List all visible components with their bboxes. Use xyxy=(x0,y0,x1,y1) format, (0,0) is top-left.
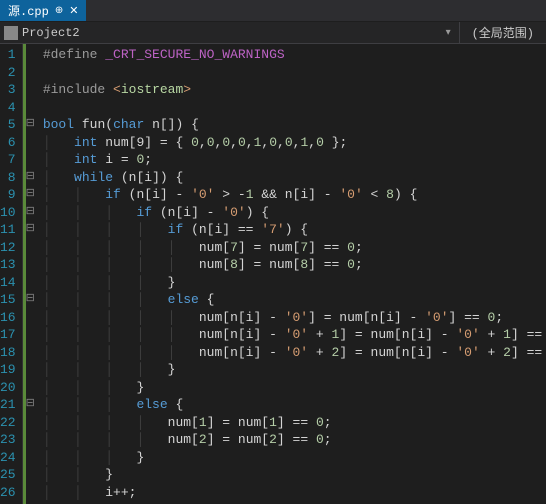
line-number: 16 xyxy=(0,309,16,327)
fold-margin-empty xyxy=(26,414,35,432)
line-number: 11 xyxy=(0,221,16,239)
line-number: 26 xyxy=(0,484,16,502)
code-line[interactable]: │ │ │ │ │ num[8] = num[8] == 0; xyxy=(43,256,546,274)
code-line[interactable]: │ │ │ │ │ num[n[i] - '0'] = num[n[i] - '… xyxy=(43,309,546,327)
line-number: 2 xyxy=(0,64,16,82)
line-number: 15 xyxy=(0,291,16,309)
close-icon[interactable]: ✕ xyxy=(69,4,78,18)
fold-margin-empty xyxy=(26,309,35,327)
fold-margin-empty xyxy=(26,239,35,257)
line-number: 20 xyxy=(0,379,16,397)
fold-toggle-icon[interactable]: ⊟ xyxy=(26,291,35,309)
line-number: 22 xyxy=(0,414,16,432)
chevron-down-icon[interactable]: ▾ xyxy=(438,27,459,39)
code-line[interactable]: │ int i = 0; xyxy=(43,151,546,169)
code-line[interactable]: │ │ │ │ if (n[i] == '7') { xyxy=(43,221,546,239)
line-number-gutter: 1234567891011121314151617181920212223242… xyxy=(0,44,23,504)
fold-margin-empty xyxy=(26,274,35,292)
code-line[interactable]: │ │ if (n[i] - '0' > -1 && n[i] - '0' < … xyxy=(43,186,546,204)
line-number: 19 xyxy=(0,361,16,379)
code-line[interactable]: bool fun(char n[]) { xyxy=(43,116,546,134)
project-icon xyxy=(4,26,18,40)
project-dropdown[interactable]: Project2 xyxy=(22,26,80,40)
fold-margin-empty xyxy=(26,466,35,484)
line-number: 18 xyxy=(0,344,16,362)
fold-margin-empty xyxy=(26,361,35,379)
line-number: 9 xyxy=(0,186,16,204)
line-number: 21 xyxy=(0,396,16,414)
code-line[interactable]: │ │ │ │ │ num[n[i] - '0' + 2] = num[n[i]… xyxy=(43,344,546,362)
fold-toggle-icon[interactable]: ⊟ xyxy=(26,221,35,239)
code-line[interactable]: │ │ │ if (n[i] - '0') { xyxy=(43,204,546,222)
line-number: 5 xyxy=(0,116,16,134)
code-line[interactable]: │ │ │ │ num[2] = num[2] == 0; xyxy=(43,431,546,449)
code-line[interactable]: │ │ │ else { xyxy=(43,396,546,414)
code-line[interactable]: │ │ │ │ } xyxy=(43,274,546,292)
line-number: 24 xyxy=(0,449,16,467)
fold-margin-empty xyxy=(26,256,35,274)
tab-label: 源.cpp xyxy=(8,2,49,19)
code-line[interactable]: │ │ │ │ num[1] = num[1] == 0; xyxy=(43,414,546,432)
fold-margin-empty xyxy=(26,46,35,64)
fold-toggle-icon[interactable]: ⊟ xyxy=(26,396,35,414)
line-number: 3 xyxy=(0,81,16,99)
fold-margin-empty xyxy=(26,81,35,99)
code-line[interactable]: │ int num[9] = { 0,0,0,0,1,0,0,1,0 }; xyxy=(43,134,546,152)
fold-margin-empty xyxy=(26,379,35,397)
code-line[interactable]: │ │ } xyxy=(43,466,546,484)
fold-toggle-icon[interactable]: ⊟ xyxy=(26,186,35,204)
code-line[interactable]: │ │ │ │ } xyxy=(43,361,546,379)
tab-bar: 源.cpp ⊕ ✕ xyxy=(0,0,546,22)
code-line[interactable]: │ │ │ │ │ num[7] = num[7] == 0; xyxy=(43,239,546,257)
code-line[interactable]: #include <iostream> xyxy=(43,81,546,99)
code-line[interactable]: │ │ │ │ │ num[n[i] - '0' + 1] = num[n[i]… xyxy=(43,326,546,344)
code-line[interactable]: │ │ │ } xyxy=(43,379,546,397)
fold-margin: ⊟⊟⊟⊟⊟⊟⊟ xyxy=(23,44,35,504)
line-number: 12 xyxy=(0,239,16,257)
context-bar: Project2 ▾ (全局范围) xyxy=(0,22,546,44)
fold-margin-empty xyxy=(26,99,35,117)
fold-margin-empty xyxy=(26,151,35,169)
code-line[interactable]: │ │ │ │ else { xyxy=(43,291,546,309)
fold-margin-empty xyxy=(26,326,35,344)
fold-margin-empty xyxy=(26,449,35,467)
fold-margin-empty xyxy=(26,344,35,362)
line-number: 4 xyxy=(0,99,16,117)
code-area[interactable]: #define _CRT_SECURE_NO_WARNINGS #include … xyxy=(35,44,546,504)
line-number: 8 xyxy=(0,169,16,187)
line-number: 13 xyxy=(0,256,16,274)
code-editor[interactable]: 1234567891011121314151617181920212223242… xyxy=(0,44,546,504)
code-line[interactable] xyxy=(43,64,546,82)
line-number: 14 xyxy=(0,274,16,292)
line-number: 10 xyxy=(0,204,16,222)
fold-margin-empty xyxy=(26,484,35,502)
line-number: 17 xyxy=(0,326,16,344)
scope-dropdown[interactable]: (全局范围) xyxy=(460,24,546,41)
fold-margin-empty xyxy=(26,431,35,449)
line-number: 23 xyxy=(0,431,16,449)
file-tab[interactable]: 源.cpp ⊕ ✕ xyxy=(0,0,86,21)
fold-margin-empty xyxy=(26,64,35,82)
line-number: 1 xyxy=(0,46,16,64)
code-line[interactable] xyxy=(43,99,546,117)
code-line[interactable]: │ │ i++; xyxy=(43,484,546,502)
code-line[interactable]: │ │ │ } xyxy=(43,449,546,467)
line-number: 6 xyxy=(0,134,16,152)
fold-toggle-icon[interactable]: ⊟ xyxy=(26,116,35,134)
line-number: 7 xyxy=(0,151,16,169)
code-line[interactable]: #define _CRT_SECURE_NO_WARNINGS xyxy=(43,46,546,64)
fold-toggle-icon[interactable]: ⊟ xyxy=(26,169,35,187)
fold-toggle-icon[interactable]: ⊟ xyxy=(26,204,35,222)
fold-margin-empty xyxy=(26,134,35,152)
line-number: 25 xyxy=(0,466,16,484)
pin-icon[interactable]: ⊕ xyxy=(55,5,63,17)
code-line[interactable]: │ while (n[i]) { xyxy=(43,169,546,187)
